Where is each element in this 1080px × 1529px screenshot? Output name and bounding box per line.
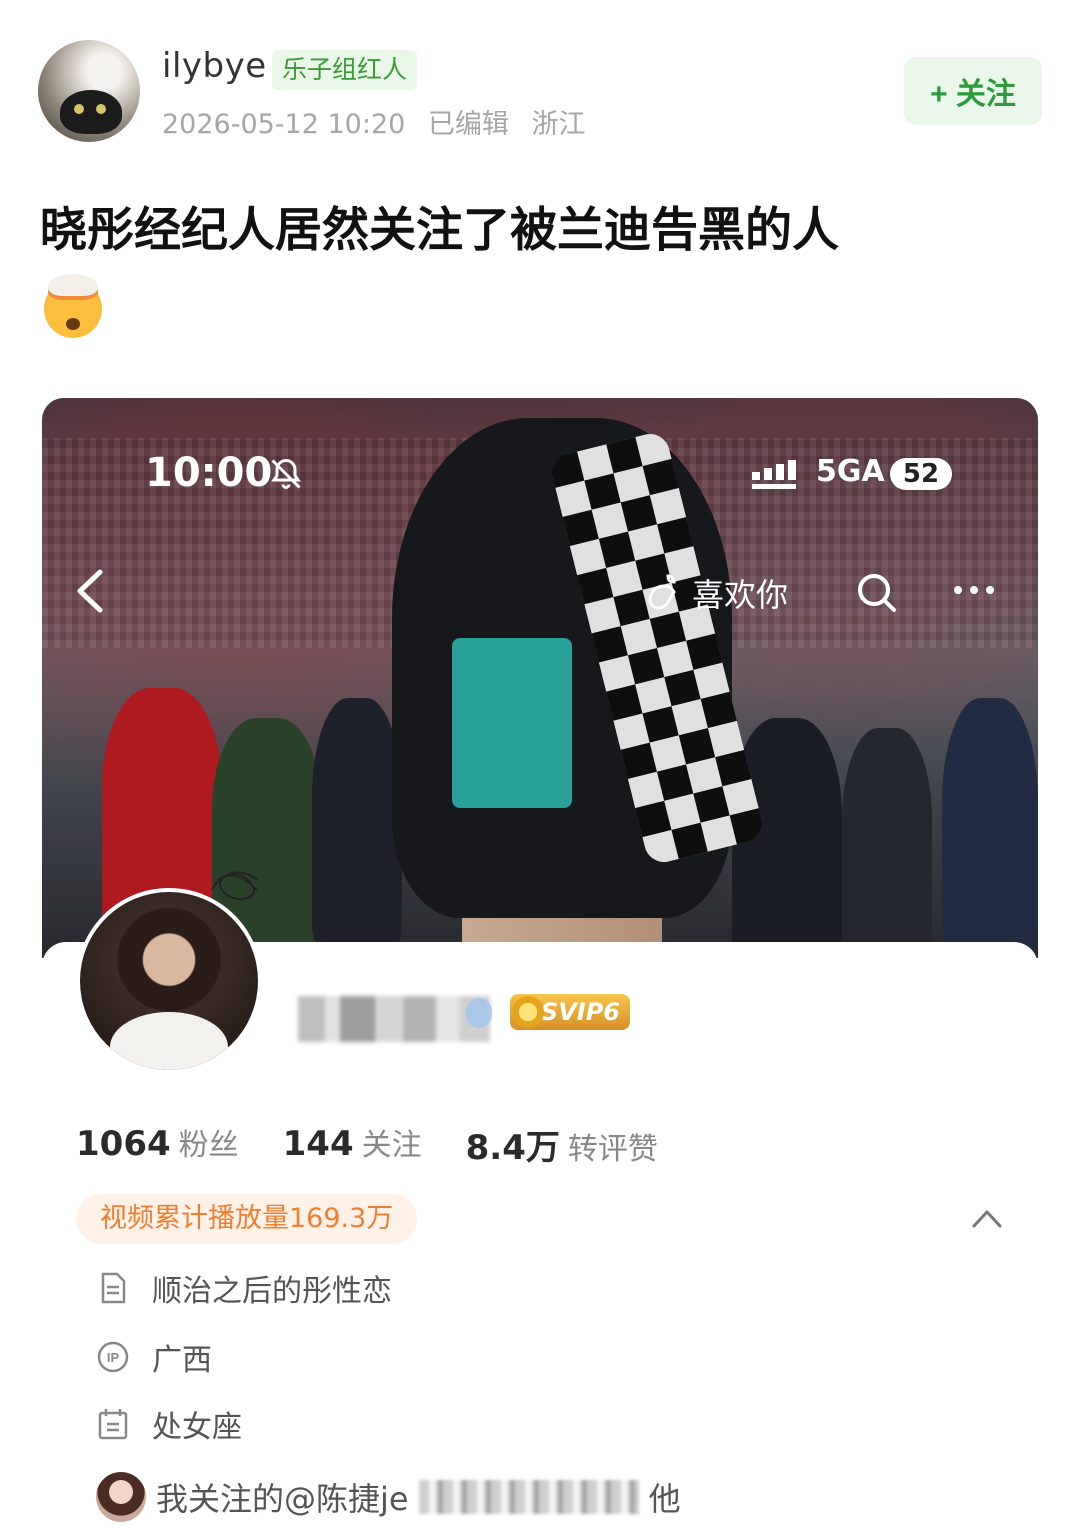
like-label[interactable]: 喜欢你 <box>692 570 788 616</box>
stat-label: 转评赞 <box>567 1132 658 1167</box>
profile-avatar[interactable] <box>76 888 262 1074</box>
profile-stats: 1064 粉丝 144 关注 8.4万 转评赞 <box>76 1120 658 1169</box>
author-username[interactable]: ilybye <box>162 46 267 86</box>
calendar-icon <box>98 1409 128 1440</box>
signal-icon <box>752 460 796 489</box>
profile-name-blurred: ████ <box>298 996 490 1042</box>
author-avatar[interactable] <box>38 40 140 142</box>
bell-muted-icon <box>271 458 301 489</box>
mutual-suffix: 他 <box>648 1480 681 1518</box>
verified-icon <box>466 998 492 1028</box>
stat-value: 144 <box>282 1124 354 1164</box>
ip-location-icon: IP <box>97 1341 129 1373</box>
more-icon[interactable] <box>950 578 998 602</box>
mutual-prefix: 我关注的@陈捷je <box>156 1480 409 1518</box>
mutual-blurred-text <box>418 1480 639 1514</box>
post-edited: 已编辑 <box>427 109 509 140</box>
document-icon <box>101 1272 126 1304</box>
ip-text: 广西 <box>152 1343 212 1378</box>
search-icon[interactable] <box>854 570 898 614</box>
stat-value: 1064 <box>76 1124 171 1164</box>
like-hand-icon[interactable] <box>640 570 684 614</box>
post-location: 浙江 <box>531 109 586 140</box>
stat-label: 粉丝 <box>178 1128 239 1163</box>
exploding-head-emoji-icon <box>44 274 102 338</box>
follow-button[interactable]: + 关注 <box>904 57 1042 125</box>
status-time: 10:00 <box>145 450 273 496</box>
bio-row: 顺治之后的彤性恋 <box>96 1268 392 1309</box>
stat-interactions[interactable]: 8.4万 转评赞 <box>466 1120 658 1169</box>
stat-followers[interactable]: 1064 粉丝 <box>76 1120 239 1169</box>
stat-following[interactable]: 144 关注 <box>283 1120 422 1169</box>
ip-row: IP 广西 <box>96 1337 212 1378</box>
stat-label: 关注 <box>361 1128 422 1163</box>
back-icon[interactable] <box>70 566 110 616</box>
chevron-up-icon[interactable] <box>970 1206 1004 1230</box>
zodiac-row: 处女座 <box>96 1404 242 1445</box>
mutual-avatar <box>96 1472 146 1522</box>
post-meta: 2026-05-12 10:20 已编辑 浙江 <box>162 102 600 141</box>
svg-text:IP: IP <box>107 1350 120 1365</box>
stat-value: 8.4万 <box>465 1128 560 1168</box>
network-type: 5GA <box>816 454 885 489</box>
svip-badge[interactable]: SVIP6 <box>510 994 630 1030</box>
embedded-profile-screenshot[interactable]: 10:00 5GA 52 喜欢你 ████ SVIP6 <box>42 398 1038 1529</box>
post-title: 晓彤经纪人居然关注了被兰迪告黑的人 <box>40 203 839 258</box>
mutual-follow-row[interactable]: 我关注的@陈捷je 他 <box>96 1472 681 1522</box>
scribble-doodle-icon <box>211 871 258 901</box>
video-play-count-badge: 视频累计播放量169.3万 <box>76 1194 418 1244</box>
author-badge: 乐子组红人 <box>272 50 418 90</box>
battery-level: 52 <box>890 458 952 490</box>
bio-text: 顺治之后的彤性恋 <box>152 1274 392 1309</box>
zodiac-text: 处女座 <box>152 1410 242 1445</box>
post-date: 2026-05-12 10:20 <box>162 109 406 140</box>
